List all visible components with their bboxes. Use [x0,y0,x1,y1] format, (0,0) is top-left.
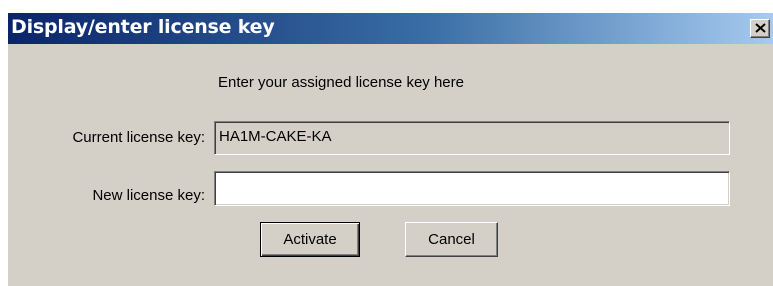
current-license-field: HA1M-CAKE-KA [214,121,730,155]
instruction-text: Enter your assigned license key here [218,74,464,91]
dialog-title: Display/enter license key [11,16,275,38]
new-license-input[interactable] [214,171,730,206]
close-button[interactable] [750,19,770,38]
new-license-label: New license key: [92,187,205,204]
close-icon [754,20,766,38]
cancel-button[interactable]: Cancel [405,222,498,257]
activate-button[interactable]: Activate [260,222,360,257]
license-dialog: Display/enter license key Enter your ass… [8,13,773,286]
current-license-label: Current license key: [72,129,205,146]
title-bar[interactable]: Display/enter license key [8,13,773,44]
